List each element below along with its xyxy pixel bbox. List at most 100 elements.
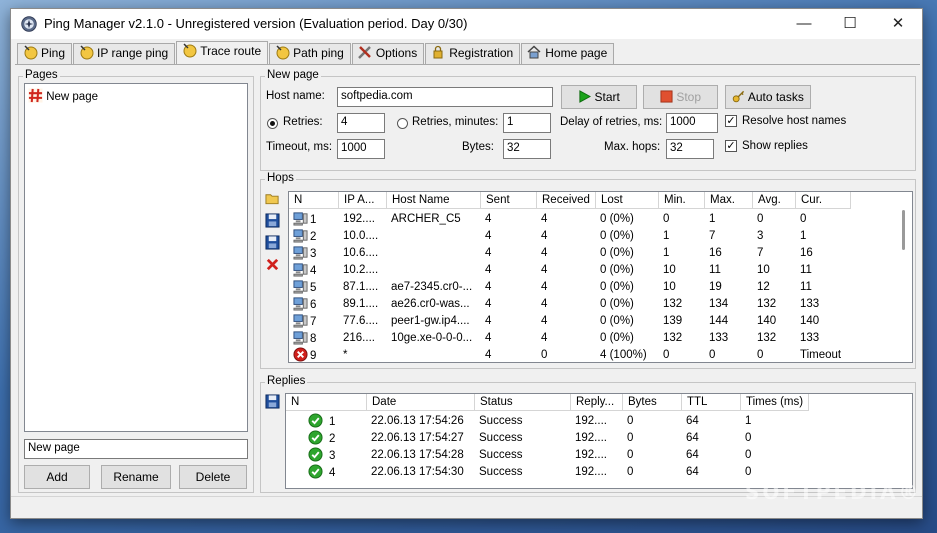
timeout-input[interactable]: 1000 <box>337 139 385 159</box>
save-replies-icon[interactable] <box>265 394 280 409</box>
column-header[interactable]: N <box>289 192 339 209</box>
hop-value: 4 <box>485 247 492 259</box>
error-icon <box>293 347 308 362</box>
hop-cell-min: 10 <box>659 279 705 296</box>
reply-cell-ttl: 64 <box>682 430 741 447</box>
hops-group-label: Hops <box>265 172 296 184</box>
hop-value: ae7-2345.cr0-... <box>391 281 473 293</box>
hop-value: Timeout <box>800 349 842 361</box>
tab-label: Trace route <box>200 44 262 58</box>
ping-icon <box>24 45 38 60</box>
tab-ip-range-ping[interactable]: IP range ping <box>73 43 176 64</box>
replies-table[interactable]: N Date Status Reply... Bytes TTL Times (ms) 1 2… <box>285 393 913 489</box>
page-list-item[interactable]: New page <box>28 88 98 103</box>
hop-value: 12 <box>757 281 770 293</box>
tab-path-ping[interactable]: Path ping <box>269 43 351 64</box>
minimize-button[interactable]: — <box>781 9 827 39</box>
retries-minutes-input[interactable]: 1 <box>503 113 551 133</box>
column-header[interactable]: Bytes <box>623 394 682 411</box>
save-as-icon[interactable] <box>265 235 280 250</box>
new-page-group: New page Host name: softpedia.com Start … <box>260 69 916 171</box>
hop-cell-n: 1 <box>289 211 339 228</box>
stop-button[interactable]: Stop <box>643 85 718 109</box>
reply-cell-date: 22.06.13 17:54:30 <box>367 464 475 481</box>
hop-cell-cur: 140 <box>796 313 851 330</box>
reply-cell-reply: 192.... <box>571 430 623 447</box>
rename-page-button[interactable]: Rename <box>101 465 171 489</box>
column-header[interactable]: Times (ms) <box>741 394 809 411</box>
column-header[interactable]: Sent <box>481 192 537 209</box>
hops-scrollbar[interactable] <box>902 210 905 250</box>
reply-cell-bytes: 0 <box>623 413 682 430</box>
title-bar[interactable]: Ping Manager v2.1.0 - Unregistered versi… <box>11 9 922 39</box>
page-name-input[interactable]: New page <box>24 439 248 459</box>
timeout-value: 1000 <box>341 142 367 154</box>
hop-value: 132 <box>757 332 777 344</box>
hop-value: 19 <box>709 281 722 293</box>
delete-icon[interactable] <box>265 257 280 272</box>
hop-value: 4 <box>485 349 492 361</box>
retries-minutes-radio[interactable] <box>397 118 408 129</box>
hop-value: 11 <box>709 264 721 276</box>
column-header[interactable]: Avg. <box>753 192 796 209</box>
max-hops-input[interactable]: 32 <box>666 139 714 159</box>
show-replies-checkbox[interactable]: ✓ <box>725 140 737 152</box>
lock-icon <box>433 45 443 59</box>
column-header[interactable]: Lost <box>596 192 659 209</box>
hop-value: 16 <box>800 247 813 259</box>
delay-retries-label: Delay of retries, ms: <box>560 116 663 128</box>
hop-value: 7 <box>757 247 764 259</box>
column-header[interactable]: TTL <box>682 394 741 411</box>
reply-cell-reply: 192.... <box>571 447 623 464</box>
bytes-input[interactable]: 32 <box>503 139 551 159</box>
close-button[interactable]: ✕ <box>875 9 921 39</box>
column-header[interactable]: Received <box>537 192 596 209</box>
column-header[interactable]: Min. <box>659 192 705 209</box>
hops-table[interactable]: N IP A... Host Name Sent Received Lost Min. Max… <box>288 191 913 363</box>
hop-value: 4 <box>485 230 492 242</box>
pages-list[interactable]: New page <box>24 83 248 432</box>
softpedia-watermark: SOFTPEDIA® <box>745 480 922 504</box>
delay-retries-input[interactable]: 1000 <box>666 113 718 133</box>
column-header[interactable]: Host Name <box>387 192 481 209</box>
resolve-host-names-checkbox[interactable]: ✓ <box>725 115 737 127</box>
column-header[interactable]: IP A... <box>339 192 387 209</box>
retries-radio[interactable] <box>267 118 278 129</box>
auto-tasks-button[interactable]: Auto tasks <box>725 85 811 109</box>
tab-trace-route[interactable]: Trace route <box>176 41 269 64</box>
hop-value: 132 <box>663 298 683 310</box>
hop-cell-min: 1 <box>659 245 705 262</box>
reply-cell-status: Success <box>475 430 571 447</box>
retries-input[interactable]: 4 <box>337 113 385 133</box>
hop-cell-n: 8 <box>289 330 339 347</box>
tab-ping[interactable]: Ping <box>17 43 73 64</box>
column-header[interactable]: N <box>286 394 367 411</box>
start-button[interactable]: Start <box>561 85 637 109</box>
column-header[interactable]: Max. <box>705 192 753 209</box>
tab-options[interactable]: Options <box>351 43 425 64</box>
column-header[interactable]: Cur. <box>796 192 851 209</box>
hop-value: 7 <box>709 230 716 242</box>
tab-registration[interactable]: Registration <box>425 43 521 64</box>
save-icon[interactable] <box>265 213 280 228</box>
tab-home-page[interactable]: Home page <box>521 43 615 64</box>
hop-cell-n: 2 <box>289 228 339 245</box>
hop-value: ARCHER_C5 <box>391 213 461 225</box>
add-page-button[interactable]: Add <box>24 465 90 489</box>
hop-value: 0 <box>800 213 807 225</box>
hop-value: 134 <box>709 298 729 310</box>
start-button-label: Start <box>594 90 620 104</box>
column-header[interactable]: Reply... <box>571 394 623 411</box>
tools-icon <box>357 46 371 59</box>
maximize-button[interactable]: ☐ <box>827 9 873 39</box>
hop-value: 0 (0%) <box>600 247 634 259</box>
open-folder-icon[interactable] <box>265 191 280 206</box>
rename-button-label: Rename <box>113 470 159 484</box>
column-header[interactable]: Date <box>367 394 475 411</box>
delete-page-button[interactable]: Delete <box>179 465 247 489</box>
host-name-input[interactable]: softpedia.com <box>337 87 553 107</box>
success-check-icon <box>308 413 323 428</box>
reply-cell-n: 4 <box>286 464 367 481</box>
column-header[interactable]: Status <box>475 394 571 411</box>
hop-cell-received: 0 <box>537 347 596 362</box>
